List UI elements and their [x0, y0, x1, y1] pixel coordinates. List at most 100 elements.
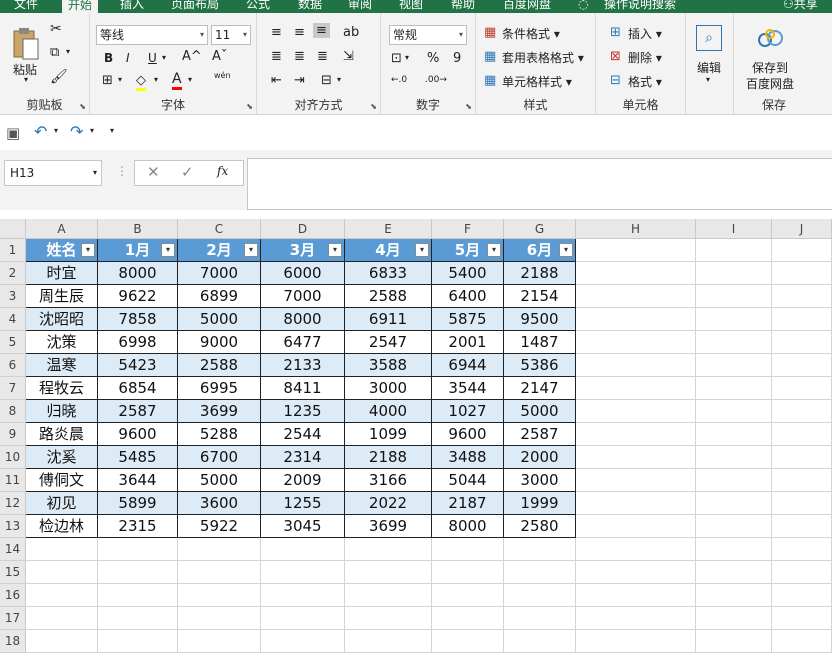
- table-cell[interactable]: 5899: [98, 492, 178, 515]
- col-header-e[interactable]: E: [345, 219, 432, 239]
- row-header[interactable]: 13: [0, 515, 26, 538]
- grid-cell[interactable]: [26, 584, 98, 607]
- col-header-d[interactable]: D: [261, 219, 345, 239]
- row-header[interactable]: 9: [0, 423, 26, 446]
- grid-cell[interactable]: [504, 538, 576, 561]
- grid-cell[interactable]: [696, 446, 772, 469]
- grid-cell[interactable]: [696, 400, 772, 423]
- table-cell[interactable]: 2001: [432, 331, 504, 354]
- table-cell[interactable]: 5875: [432, 308, 504, 331]
- row-header[interactable]: 16: [0, 584, 26, 607]
- table-cell[interactable]: 3000: [504, 469, 576, 492]
- decrease-indent-icon[interactable]: ⇤: [271, 73, 282, 88]
- grid-cell[interactable]: [772, 423, 832, 446]
- table-cell[interactable]: 初见: [26, 492, 98, 515]
- grid-cell[interactable]: [772, 262, 832, 285]
- delete-cells-button[interactable]: 删除 ▾: [628, 49, 662, 66]
- filter-dropdown-icon[interactable]: ▾: [487, 243, 501, 257]
- table-cell[interactable]: 3699: [178, 400, 261, 423]
- copy-dropdown-icon[interactable]: ▾: [66, 47, 70, 56]
- table-cell[interactable]: 6000: [261, 262, 345, 285]
- table-cell[interactable]: 8411: [261, 377, 345, 400]
- table-cell[interactable]: 1487: [504, 331, 576, 354]
- table-cell[interactable]: 2587: [98, 400, 178, 423]
- tab-review[interactable]: 审阅: [348, 0, 372, 13]
- accounting-format-icon[interactable]: ⊡: [391, 51, 402, 66]
- grid-cell[interactable]: [576, 446, 696, 469]
- grid-cell[interactable]: [576, 400, 696, 423]
- pinyin-button[interactable]: wén: [214, 71, 231, 80]
- grid-cell[interactable]: [26, 538, 98, 561]
- tab-home[interactable]: 开始: [62, 0, 99, 13]
- wrap-text-icon[interactable]: ⇲: [343, 49, 354, 64]
- font-size-select[interactable]: 11 ▾: [211, 25, 251, 45]
- row-header[interactable]: 5: [0, 331, 26, 354]
- table-cell[interactable]: 6944: [432, 354, 504, 377]
- row-header[interactable]: 8: [0, 400, 26, 423]
- table-cell[interactable]: 9500: [504, 308, 576, 331]
- grid-cell[interactable]: [772, 354, 832, 377]
- grid-cell[interactable]: [432, 584, 504, 607]
- search-icon[interactable]: ⌕: [696, 25, 722, 51]
- baidu-cloud-icon[interactable]: [756, 27, 784, 49]
- row-header[interactable]: 2: [0, 262, 26, 285]
- table-cell[interactable]: 5423: [98, 354, 178, 377]
- border-icon[interactable]: ⊞: [102, 73, 113, 88]
- grid-cell[interactable]: [98, 584, 178, 607]
- col-header-i[interactable]: I: [696, 219, 772, 239]
- table-cell[interactable]: 9000: [178, 331, 261, 354]
- col-header-g[interactable]: G: [504, 219, 576, 239]
- row-header[interactable]: 6: [0, 354, 26, 377]
- grid-cell[interactable]: [772, 308, 832, 331]
- grid-cell[interactable]: [772, 331, 832, 354]
- col-header-a[interactable]: A: [26, 219, 98, 239]
- table-cell[interactable]: 7000: [178, 262, 261, 285]
- table-cell[interactable]: 温寒: [26, 354, 98, 377]
- grid-cell[interactable]: [178, 584, 261, 607]
- row-header[interactable]: 1: [0, 239, 26, 262]
- filter-dropdown-icon[interactable]: ▾: [161, 243, 175, 257]
- grid-cell[interactable]: [504, 607, 576, 630]
- cut-icon[interactable]: ✂: [50, 21, 62, 37]
- grid-cell[interactable]: [261, 630, 345, 653]
- grid-cell[interactable]: [696, 561, 772, 584]
- table-cell[interactable]: 5044: [432, 469, 504, 492]
- grid-cell[interactable]: [345, 584, 432, 607]
- grid-cell[interactable]: [178, 607, 261, 630]
- filter-dropdown-icon[interactable]: ▾: [415, 243, 429, 257]
- table-cell[interactable]: 2588: [345, 285, 432, 308]
- align-bottom-icon[interactable]: ≡: [313, 23, 330, 38]
- table-cell[interactable]: 程牧云: [26, 377, 98, 400]
- table-cell[interactable]: 6998: [98, 331, 178, 354]
- table-cell[interactable]: 9600: [432, 423, 504, 446]
- font-shrink-icon[interactable]: Aˇ: [212, 49, 227, 64]
- grid-cell[interactable]: [772, 630, 832, 653]
- formula-input[interactable]: [247, 158, 832, 210]
- table-cell[interactable]: 检边林: [26, 515, 98, 538]
- table-cell[interactable]: 2187: [432, 492, 504, 515]
- table-header-cell[interactable]: 1月 ▾: [98, 239, 178, 262]
- table-cell[interactable]: 6995: [178, 377, 261, 400]
- grid-cell[interactable]: [261, 607, 345, 630]
- table-cell[interactable]: 6700: [178, 446, 261, 469]
- customize-qat-icon[interactable]: ▾: [110, 126, 114, 135]
- table-cell[interactable]: 1027: [432, 400, 504, 423]
- table-cell[interactable]: 2587: [504, 423, 576, 446]
- table-cell[interactable]: 5000: [504, 400, 576, 423]
- tab-insert[interactable]: 插入: [120, 0, 144, 13]
- col-header-h[interactable]: H: [576, 219, 696, 239]
- table-cell[interactable]: 2009: [261, 469, 345, 492]
- table-header-cell[interactable]: 6月 ▾: [504, 239, 576, 262]
- table-cell[interactable]: 2154: [504, 285, 576, 308]
- grid-cell[interactable]: [772, 607, 832, 630]
- table-cell[interactable]: 8000: [98, 262, 178, 285]
- format-as-table-button[interactable]: 套用表格格式 ▾: [502, 49, 584, 66]
- grid-cell[interactable]: [772, 446, 832, 469]
- tab-view[interactable]: 视图: [399, 0, 423, 13]
- table-cell[interactable]: 1099: [345, 423, 432, 446]
- grid-cell[interactable]: [696, 423, 772, 446]
- row-header[interactable]: 14: [0, 538, 26, 561]
- table-cell[interactable]: 7000: [261, 285, 345, 308]
- enter-icon[interactable]: ✓: [181, 163, 194, 181]
- table-header-cell[interactable]: 3月 ▾: [261, 239, 345, 262]
